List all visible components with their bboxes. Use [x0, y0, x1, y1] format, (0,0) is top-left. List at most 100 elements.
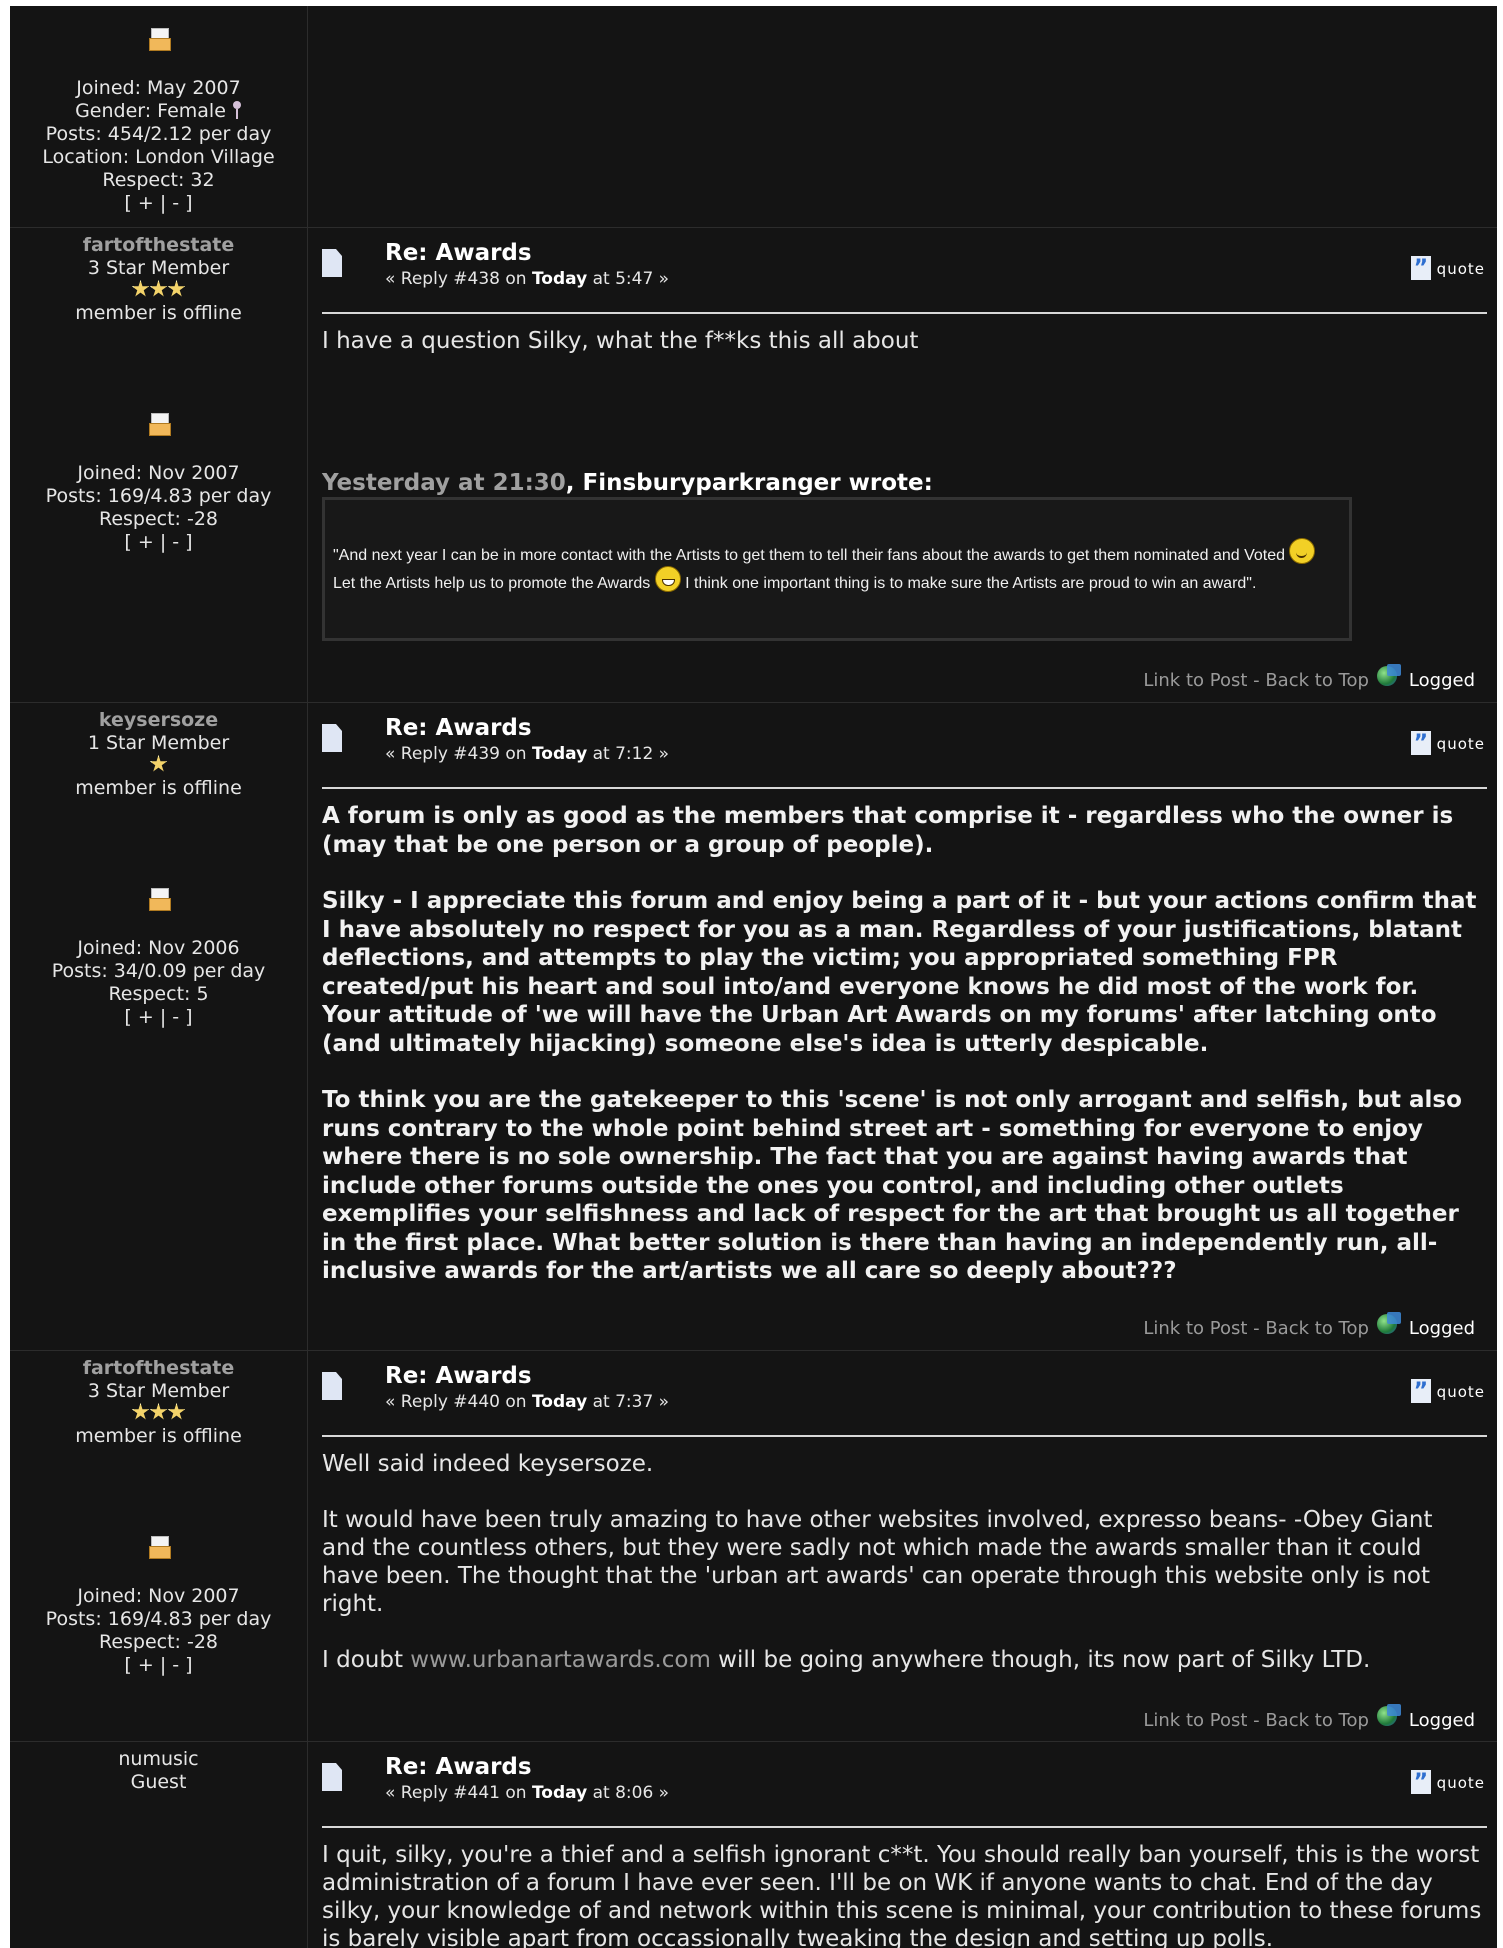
- online-status: member is offline: [75, 777, 242, 799]
- post-title[interactable]: Re: Awards: [385, 240, 532, 266]
- quote-button[interactable]: quote: [1410, 1379, 1485, 1405]
- reply-info: « Reply #441 on Today at 8:06 »: [385, 1783, 670, 1803]
- respect-controls[interactable]: [ + | - ]: [10, 1006, 307, 1029]
- rank-stars: [10, 1403, 307, 1425]
- smiley-icon: [1289, 538, 1316, 564]
- star-icon: [131, 280, 150, 297]
- post-icon: [322, 1372, 342, 1400]
- star-icon: [167, 1403, 186, 1420]
- profile-sidebar: fartofthestate 3 Star Member member is o…: [10, 1350, 308, 1741]
- post-footer: Link to Post - Back to Top Logged: [1143, 664, 1475, 691]
- quote-header: Yesterday at 21:30, Finsburyparkranger w…: [322, 470, 933, 496]
- message-icon[interactable]: [148, 26, 171, 51]
- post-main: Re: Awards « Reply #441 on Today at 8:06…: [308, 1741, 1497, 1948]
- post-text: I quit, silky, you're a thief and a self…: [322, 1842, 1482, 1948]
- respect: Respect: 32: [102, 169, 215, 191]
- star-icon: [149, 280, 168, 297]
- joined-date: Joined: May 2007: [76, 77, 241, 99]
- post-count: Posts: 34/0.09 per day: [51, 960, 266, 982]
- post-title[interactable]: Re: Awards: [385, 1754, 532, 1780]
- member-rank: Guest: [130, 1771, 187, 1793]
- quote-icon: [1410, 256, 1431, 282]
- profile-sidebar: numusic Guest: [10, 1741, 308, 1948]
- respect: Respect: -28: [98, 1631, 219, 1653]
- member-rank: 3 Star Member: [87, 257, 230, 279]
- username: numusic: [118, 1748, 199, 1770]
- star-icon: [131, 1403, 150, 1420]
- logged-label: Logged: [1408, 670, 1475, 691]
- post-title[interactable]: Re: Awards: [385, 715, 532, 741]
- profile-sidebar: keysersoze 1 Star Member member is offli…: [10, 702, 308, 1350]
- member-rank: 3 Star Member: [87, 1380, 230, 1402]
- respect-controls[interactable]: [ + | - ]: [10, 1654, 307, 1677]
- member-rank: 1 Star Member: [87, 732, 230, 754]
- post-441: numusic Guest Re: Awards « Reply #441 on…: [10, 1741, 1497, 1948]
- paragraph: It would have been truly amazing to have…: [322, 1507, 1433, 1617]
- joined-date: Joined: Nov 2007: [77, 462, 240, 484]
- post-440: fartofthestate 3 Star Member member is o…: [10, 1350, 1497, 1742]
- username[interactable]: fartofthestate: [10, 234, 307, 257]
- post-main: Re: Awards « Reply #439 on Today at 7:12…: [308, 702, 1497, 1350]
- location: Location: London Village: [42, 146, 275, 168]
- gender: Gender: Female: [10, 100, 307, 123]
- message-icon[interactable]: [148, 1534, 171, 1559]
- post-count: Posts: 454/2.12 per day: [45, 123, 272, 145]
- post-main: Re: Awards « Reply #438 on Today at 5:47…: [308, 227, 1497, 702]
- post-icon: [322, 249, 342, 277]
- quote-box: "And next year I can be in more contact …: [322, 497, 1352, 641]
- post-count: Posts: 169/4.83 per day: [45, 1608, 272, 1630]
- profile-sidebar: fartofthestate 3 Star Member member is o…: [10, 227, 308, 702]
- post-footer: Link to Post - Back to Top Logged: [1143, 1704, 1475, 1731]
- star-icon: [149, 1403, 168, 1420]
- joined-date: Joined: Nov 2007: [77, 1585, 240, 1607]
- quote-icon: [1410, 1379, 1431, 1405]
- website-link[interactable]: www.urbanartawards.com: [410, 1647, 711, 1673]
- rank-stars: [10, 280, 307, 302]
- post-text: A forum is only as good as the members t…: [322, 802, 1483, 1314]
- respect-controls[interactable]: [ + | - ]: [10, 192, 307, 215]
- globe-icon: [1376, 664, 1403, 688]
- logged-label: Logged: [1408, 1318, 1475, 1339]
- profile-sidebar: Joined: May 2007 Gender: Female Posts: 4…: [10, 6, 308, 227]
- logged-label: Logged: [1408, 1710, 1475, 1731]
- message-icon[interactable]: [148, 886, 171, 911]
- reply-info: « Reply #440 on Today at 7:37 »: [385, 1392, 670, 1412]
- divider: [322, 1826, 1487, 1828]
- username[interactable]: fartofthestate: [10, 1357, 307, 1380]
- reply-info: « Reply #438 on Today at 5:47 »: [385, 269, 670, 289]
- post-text: Well said indeed keysersoze. It would ha…: [322, 1450, 1483, 1702]
- divider: [322, 312, 1487, 314]
- quote-button[interactable]: quote: [1410, 256, 1485, 282]
- quote-button[interactable]: quote: [1410, 1770, 1485, 1796]
- post-438: fartofthestate 3 Star Member member is o…: [10, 227, 1497, 703]
- post-439: keysersoze 1 Star Member member is offli…: [10, 702, 1497, 1351]
- post-title[interactable]: Re: Awards: [385, 1363, 532, 1389]
- respect-controls[interactable]: [ + | - ]: [10, 531, 307, 554]
- paragraph: Silky - I appreciate this forum and enjo…: [322, 888, 1477, 1057]
- username[interactable]: keysersoze: [10, 709, 307, 732]
- rank-stars: [10, 755, 307, 777]
- message-icon[interactable]: [148, 411, 171, 436]
- joined-date: Joined: Nov 2006: [77, 937, 240, 959]
- forum-thread: Joined: May 2007 Gender: Female Posts: 4…: [10, 6, 1497, 1948]
- post-body-empty: [308, 6, 1497, 227]
- post-links[interactable]: Link to Post - Back to Top: [1143, 670, 1369, 691]
- divider: [322, 1435, 1487, 1437]
- star-icon: [167, 280, 186, 297]
- post-icon: [322, 724, 342, 752]
- post-links[interactable]: Link to Post - Back to Top: [1143, 1710, 1369, 1731]
- globe-icon: [1376, 1704, 1403, 1728]
- divider: [322, 787, 1487, 789]
- globe-icon: [1376, 1312, 1403, 1336]
- post-icon: [322, 1763, 342, 1791]
- post-profile-tail: Joined: May 2007 Gender: Female Posts: 4…: [10, 6, 1497, 228]
- grin-icon: [654, 566, 681, 592]
- paragraph: A forum is only as good as the members t…: [322, 803, 1454, 858]
- online-status: member is offline: [75, 302, 242, 324]
- post-main: Re: Awards « Reply #440 on Today at 7:37…: [308, 1350, 1497, 1741]
- quote-icon: [1410, 1770, 1431, 1796]
- quote-icon: [1410, 731, 1431, 757]
- female-icon: [232, 101, 242, 119]
- post-links[interactable]: Link to Post - Back to Top: [1143, 1318, 1369, 1339]
- quote-button[interactable]: quote: [1410, 731, 1485, 757]
